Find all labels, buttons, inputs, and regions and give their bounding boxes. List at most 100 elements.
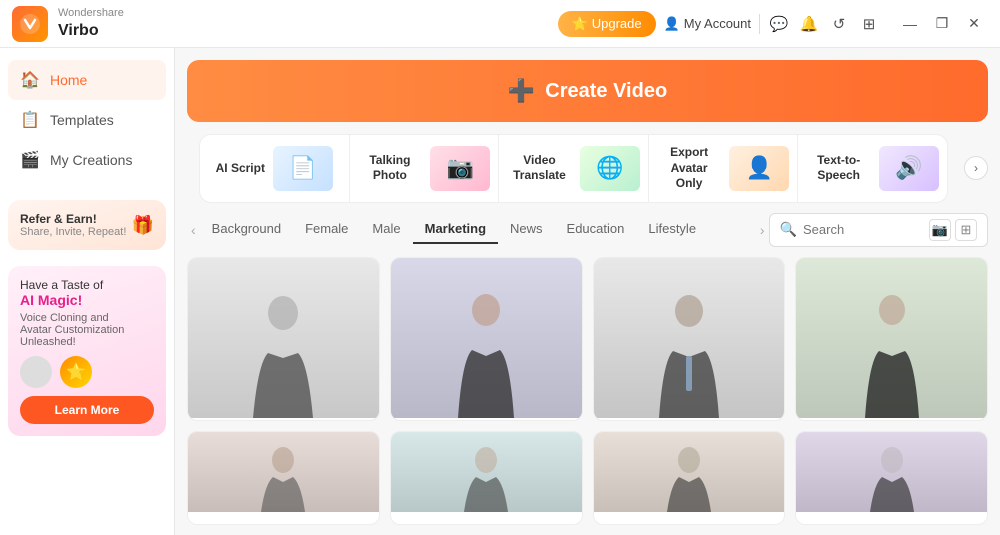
promo-badge: 🎁 — [132, 215, 154, 236]
avatar-card-bowen-business[interactable]: BoWen - Business — [593, 257, 786, 421]
avatar-label-6 — [391, 512, 582, 524]
filter-tabs: Background Female Male Marketing News Ed… — [200, 215, 756, 244]
avatar-img-7 — [594, 432, 785, 512]
tts-thumb: 🔊 — [879, 146, 939, 191]
sidebar-nav: 🏠 Home 📋 Templates 🎬 My Creations — [0, 48, 174, 192]
feature-talking-photo-layout: Talking Photo 📷 — [358, 146, 491, 191]
creations-icon: 🎬 — [20, 150, 40, 170]
title-bar-controls: ⭐ Upgrade 👤 My Account 💬 🔔 ↺ ⊞ — ❐ ✕ — [558, 10, 988, 38]
refresh-icon[interactable]: ↺ — [828, 13, 850, 35]
avatar-label-8 — [796, 512, 987, 524]
content-area: ➕ Create Video AI Script 📄 Talking Photo — [175, 48, 1000, 535]
tab-marketing[interactable]: Marketing — [413, 215, 498, 244]
video-translate-thumb: 🌐 — [580, 146, 640, 191]
search-action-icons: 📷 ⊞ — [929, 219, 977, 241]
main-layout: 🏠 Home 📋 Templates 🎬 My Creations Refer … — [0, 48, 1000, 535]
message-icon[interactable]: 💬 — [768, 13, 790, 35]
video-translate-label: Video Translate — [507, 153, 572, 184]
avatar-grid: Bowen - Anchor Scarlett - Business — [187, 257, 988, 525]
refer-earn-promo[interactable]: Refer & Earn! Share, Invite, Repeat! 🎁 — [8, 200, 166, 250]
account-button[interactable]: 👤 My Account — [664, 16, 751, 32]
grid-search-icon[interactable]: ⊞ — [955, 219, 977, 241]
avatar-card-7[interactable] — [593, 431, 786, 525]
sidebar: 🏠 Home 📋 Templates 🎬 My Creations Refer … — [0, 48, 175, 535]
create-icon: ➕ — [508, 78, 535, 104]
feature-ai-script[interactable]: AI Script 📄 — [200, 135, 350, 202]
features-next-arrow[interactable]: › — [964, 156, 988, 180]
app-logo-area: Wondershare Virbo — [12, 6, 124, 42]
avatar-img-5 — [188, 432, 379, 512]
close-button[interactable]: ✕ — [960, 10, 988, 38]
magic-intro: Have a Taste of — [20, 278, 154, 292]
sidebar-item-home-label: Home — [50, 72, 87, 88]
feature-export-avatar-layout: Export Avatar Only 👤 — [657, 145, 790, 192]
home-icon: 🏠 — [20, 70, 40, 90]
app-name: Wondershare Virbo — [58, 7, 124, 39]
minimize-button[interactable]: — — [896, 10, 924, 38]
app-title: Virbo — [58, 21, 124, 40]
talking-photo-label: Talking Photo — [358, 153, 423, 184]
learn-more-button[interactable]: Learn More — [20, 396, 154, 424]
templates-icon: 📋 — [20, 110, 40, 130]
ai-magic-promo: Have a Taste of AI Magic! Voice Cloning … — [8, 266, 166, 436]
avatar-card-5[interactable] — [187, 431, 380, 525]
tab-background[interactable]: Background — [200, 215, 293, 244]
avatar-img-bowen-business — [594, 258, 785, 418]
tab-lifestyle[interactable]: Lifestyle — [636, 215, 708, 244]
sidebar-item-templates-label: Templates — [50, 112, 114, 128]
sidebar-item-templates[interactable]: 📋 Templates — [8, 100, 166, 140]
grid-icon[interactable]: ⊞ — [858, 13, 880, 35]
magic-highlight: AI Magic! — [20, 292, 154, 308]
filter-next-arrow[interactable]: › — [756, 222, 769, 238]
tab-news[interactable]: News — [498, 215, 555, 244]
avatar-card-6[interactable] — [390, 431, 583, 525]
avatar-img-scarlett-business — [391, 258, 582, 418]
talking-photo-thumb: 📷 — [430, 146, 490, 191]
avatar-label-bowen-business: BoWen - Business — [594, 418, 785, 421]
refer-earn-title: Refer & Earn! — [20, 212, 126, 226]
feature-video-translate[interactable]: Video Translate 🌐 — [499, 135, 649, 202]
brand-name: Wondershare — [58, 7, 124, 20]
avatar-img-8 — [796, 432, 987, 512]
avatar-label-bowen-anchor: Bowen - Anchor — [188, 418, 379, 421]
avatar-card-bowen-anchor[interactable]: Bowen - Anchor — [187, 257, 380, 421]
sidebar-item-creations-label: My Creations — [50, 152, 132, 168]
export-avatar-thumb: 👤 — [729, 146, 789, 191]
avatar-label-scarlett-host: Scarlett - Host — [796, 418, 987, 421]
search-magnifier-icon: 🔍 — [780, 221, 797, 238]
tts-label: Text-to-Speech — [806, 153, 871, 184]
ai-script-label: AI Script — [216, 161, 265, 177]
feature-talking-photo[interactable]: Talking Photo 📷 — [350, 135, 500, 202]
app-logo-icon — [12, 6, 48, 42]
sidebar-item-home[interactable]: 🏠 Home — [8, 60, 166, 100]
feature-text-to-speech[interactable]: Text-to-Speech 🔊 — [798, 135, 947, 202]
feature-tts-layout: Text-to-Speech 🔊 — [806, 146, 939, 191]
upgrade-button[interactable]: ⭐ Upgrade — [558, 11, 656, 37]
avatar-card-scarlett-business[interactable]: Scarlett - Business — [390, 257, 583, 421]
search-input[interactable] — [803, 222, 923, 237]
avatar-label-5 — [188, 512, 379, 524]
create-video-banner[interactable]: ➕ Create Video — [187, 60, 988, 122]
export-avatar-label: Export Avatar Only — [657, 145, 722, 192]
avatar-label-scarlett-business: Scarlett - Business — [391, 418, 582, 421]
search-box: 🔍 📷 ⊞ — [769, 213, 988, 247]
sidebar-item-my-creations[interactable]: 🎬 My Creations — [8, 140, 166, 180]
window-controls: — ❐ ✕ — [896, 10, 988, 38]
camera-search-icon[interactable]: 📷 — [929, 219, 951, 241]
tab-female[interactable]: Female — [293, 215, 360, 244]
avatar-img-6 — [391, 432, 582, 512]
feature-video-translate-layout: Video Translate 🌐 — [507, 146, 640, 191]
bell-icon[interactable]: 🔔 — [798, 13, 820, 35]
maximize-button[interactable]: ❐ — [928, 10, 956, 38]
filter-prev-arrow[interactable]: ‹ — [187, 222, 200, 238]
feature-row-wrapper: AI Script 📄 Talking Photo 📷 — [187, 134, 988, 203]
tab-male[interactable]: Male — [360, 215, 412, 244]
feature-export-avatar[interactable]: Export Avatar Only 👤 — [649, 135, 799, 202]
tab-education[interactable]: Education — [555, 215, 637, 244]
avatar-card-8[interactable] — [795, 431, 988, 525]
refer-earn-subtitle: Share, Invite, Repeat! — [20, 226, 126, 238]
avatar-card-scarlett-host[interactable]: Scarlett - Host — [795, 257, 988, 421]
title-bar: Wondershare Virbo ⭐ Upgrade 👤 My Account… — [0, 0, 1000, 48]
ai-script-thumb: 📄 — [273, 146, 333, 191]
avatar-preview-1 — [20, 356, 52, 388]
